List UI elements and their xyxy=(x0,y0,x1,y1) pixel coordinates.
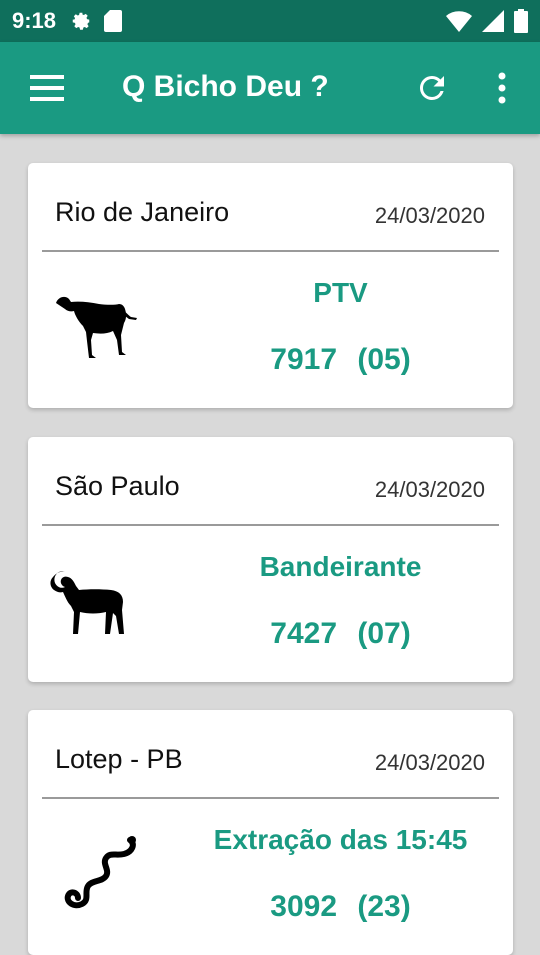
app-title: Q Bicho Deu ? xyxy=(122,70,329,103)
card-divider xyxy=(42,524,499,526)
result-card[interactable]: Lotep - PB 24/03/2020 Extração das 15:45… xyxy=(28,710,513,955)
result-number: 7917 (05) xyxy=(168,343,513,377)
card-divider xyxy=(42,250,499,252)
draw-name: Bandeirante xyxy=(259,551,422,582)
ram-icon xyxy=(50,571,125,634)
settings-icon xyxy=(72,12,90,30)
result-number: 3092 (23) xyxy=(168,890,513,924)
card-place: Rio de Janeiro xyxy=(55,197,230,227)
refresh-button[interactable] xyxy=(414,70,450,106)
draw-name: PTV xyxy=(313,277,368,308)
result-group: (23) xyxy=(357,890,411,923)
battery-icon xyxy=(514,9,528,33)
result-group: (07) xyxy=(357,617,411,650)
result-digits: 7427 xyxy=(270,617,338,650)
card-place: Lotep - PB xyxy=(55,744,183,774)
wifi-icon xyxy=(446,11,472,32)
draw-name: Extração das 15:45 xyxy=(213,824,468,855)
more-options-button[interactable] xyxy=(490,70,514,106)
status-time: 9:18 xyxy=(12,8,57,33)
snake-icon xyxy=(64,836,136,909)
sd-card-icon xyxy=(104,10,123,32)
refresh-icon xyxy=(419,75,444,100)
result-digits: 7917 xyxy=(270,343,338,376)
signal-icon xyxy=(482,10,504,32)
card-date: 24/03/2020 xyxy=(374,750,485,775)
status-bar: 9:18 xyxy=(0,0,540,42)
result-card[interactable]: São Paulo 24/03/2020 Bandeirante 7427 (0… xyxy=(28,437,513,682)
result-digits: 3092 xyxy=(270,890,338,923)
result-group: (05) xyxy=(357,343,411,376)
card-divider xyxy=(42,797,499,799)
card-place: São Paulo xyxy=(55,471,180,501)
app-bar: Q Bicho Deu ? xyxy=(0,42,540,134)
result-card[interactable]: Rio de Janeiro 24/03/2020 PTV 7917 (05) xyxy=(28,163,513,408)
more-vert-icon xyxy=(498,72,506,104)
card-date: 24/03/2020 xyxy=(374,203,485,228)
menu-button[interactable] xyxy=(30,72,66,104)
dog-icon xyxy=(56,296,137,358)
card-date: 24/03/2020 xyxy=(374,477,485,502)
menu-icon xyxy=(30,75,64,101)
result-number: 7427 (07) xyxy=(168,617,513,651)
